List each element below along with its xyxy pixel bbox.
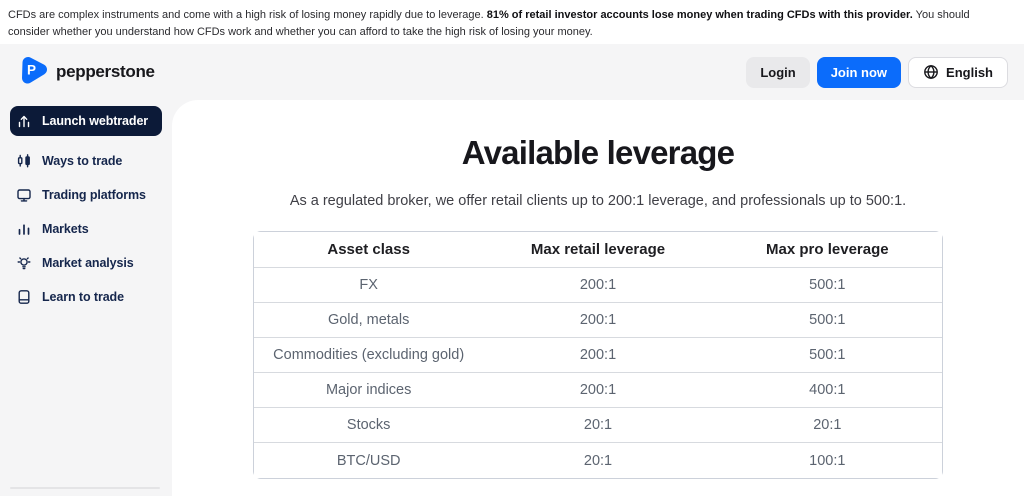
- cell-retail-leverage: 200:1: [483, 268, 713, 303]
- main-content: Available leverage As a regulated broker…: [172, 100, 1024, 496]
- sidebar-item-label: Learn to trade: [42, 290, 124, 304]
- table-row: Commodities (excluding gold) 200:1 500:1: [254, 338, 942, 373]
- language-button[interactable]: English: [908, 56, 1008, 88]
- bar-chart-icon: [16, 221, 32, 237]
- column-header-max-pro-leverage: Max pro leverage: [712, 232, 942, 268]
- sidebar-item-label: Launch webtrader: [42, 114, 149, 128]
- page-title: Available leverage: [461, 134, 735, 171]
- table-row: Major indices 200:1 400:1: [254, 373, 942, 408]
- chart-launch-icon: [16, 113, 32, 129]
- cell-retail-leverage: 200:1: [483, 303, 713, 338]
- cell-asset-class: Major indices: [254, 373, 484, 408]
- sidebar-item-trading-platforms[interactable]: Trading platforms: [10, 178, 162, 212]
- sidebar-item-market-analysis[interactable]: Market analysis: [10, 246, 162, 280]
- candlestick-icon: [16, 153, 32, 169]
- sidebar-item-label: Markets: [42, 222, 89, 236]
- login-button[interactable]: Login: [746, 56, 810, 88]
- risk-warning-text: CFDs are complex instruments and come wi…: [8, 9, 487, 21]
- cell-pro-leverage: 100:1: [712, 443, 942, 478]
- cell-pro-leverage: 400:1: [712, 373, 942, 408]
- pepperstone-logo[interactable]: P pepperstone: [18, 55, 155, 90]
- page-body: Launch webtrader Ways to trade Trading p…: [0, 100, 1024, 496]
- cell-asset-class: Stocks: [254, 408, 484, 443]
- table-row: BTC/USD 20:1 100:1: [254, 443, 942, 478]
- cell-retail-leverage: 200:1: [483, 373, 713, 408]
- table-row: FX 200:1 500:1: [254, 268, 942, 303]
- sidebar-item-label: Ways to trade: [42, 154, 123, 168]
- svg-text:P: P: [27, 62, 36, 77]
- sidebar-divider: [10, 487, 160, 489]
- cell-pro-leverage: 500:1: [712, 303, 942, 338]
- leverage-table: Asset class Max retail leverage Max pro …: [253, 231, 943, 479]
- cell-asset-class: FX: [254, 268, 484, 303]
- risk-warning-banner: CFDs are complex instruments and come wi…: [0, 0, 1024, 44]
- leverage-table-container: Asset class Max retail leverage Max pro …: [253, 231, 943, 479]
- book-icon: [16, 289, 32, 305]
- sidebar-nav: Launch webtrader Ways to trade Trading p…: [0, 100, 172, 496]
- page-subtitle: As a regulated broker, we offer retail c…: [289, 193, 907, 209]
- sidebar-item-markets[interactable]: Markets: [10, 212, 162, 246]
- cell-asset-class: Commodities (excluding gold): [254, 338, 484, 373]
- sidebar-item-label: Trading platforms: [42, 188, 146, 202]
- cell-retail-leverage: 200:1: [483, 338, 713, 373]
- language-label: English: [946, 64, 993, 80]
- globe-icon: [923, 64, 939, 80]
- sidebar-item-launch-webtrader[interactable]: Launch webtrader: [10, 106, 162, 136]
- sidebar-item-label: Market analysis: [42, 256, 134, 270]
- lightbulb-icon: [16, 255, 32, 271]
- sidebar-item-ways-to-trade[interactable]: Ways to trade: [10, 144, 162, 178]
- cell-retail-leverage: 20:1: [483, 408, 713, 443]
- table-row: Gold, metals 200:1 500:1: [254, 303, 942, 338]
- risk-warning-bold-text: 81% of retail investor accounts lose mon…: [486, 9, 913, 21]
- join-now-button[interactable]: Join now: [816, 56, 902, 88]
- column-header-max-retail-leverage: Max retail leverage: [483, 232, 713, 268]
- table-row: Stocks 20:1 20:1: [254, 408, 942, 443]
- cell-asset-class: Gold, metals: [254, 303, 484, 338]
- sidebar-item-learn-to-trade[interactable]: Learn to trade: [10, 280, 162, 314]
- monitor-icon: [16, 187, 32, 203]
- header-actions: Login Join now English: [746, 56, 1008, 88]
- cell-pro-leverage: 20:1: [712, 408, 942, 443]
- brand-name: pepperstone: [56, 62, 155, 81]
- pepperstone-logo-icon: P: [18, 55, 48, 90]
- cell-pro-leverage: 500:1: [712, 268, 942, 303]
- cell-asset-class: BTC/USD: [254, 443, 484, 478]
- site-header: P pepperstone Login Join now English: [0, 44, 1024, 100]
- cell-retail-leverage: 20:1: [483, 443, 713, 478]
- cell-pro-leverage: 500:1: [712, 338, 942, 373]
- column-header-asset-class: Asset class: [254, 232, 484, 268]
- table-header-row: Asset class Max retail leverage Max pro …: [254, 232, 942, 268]
